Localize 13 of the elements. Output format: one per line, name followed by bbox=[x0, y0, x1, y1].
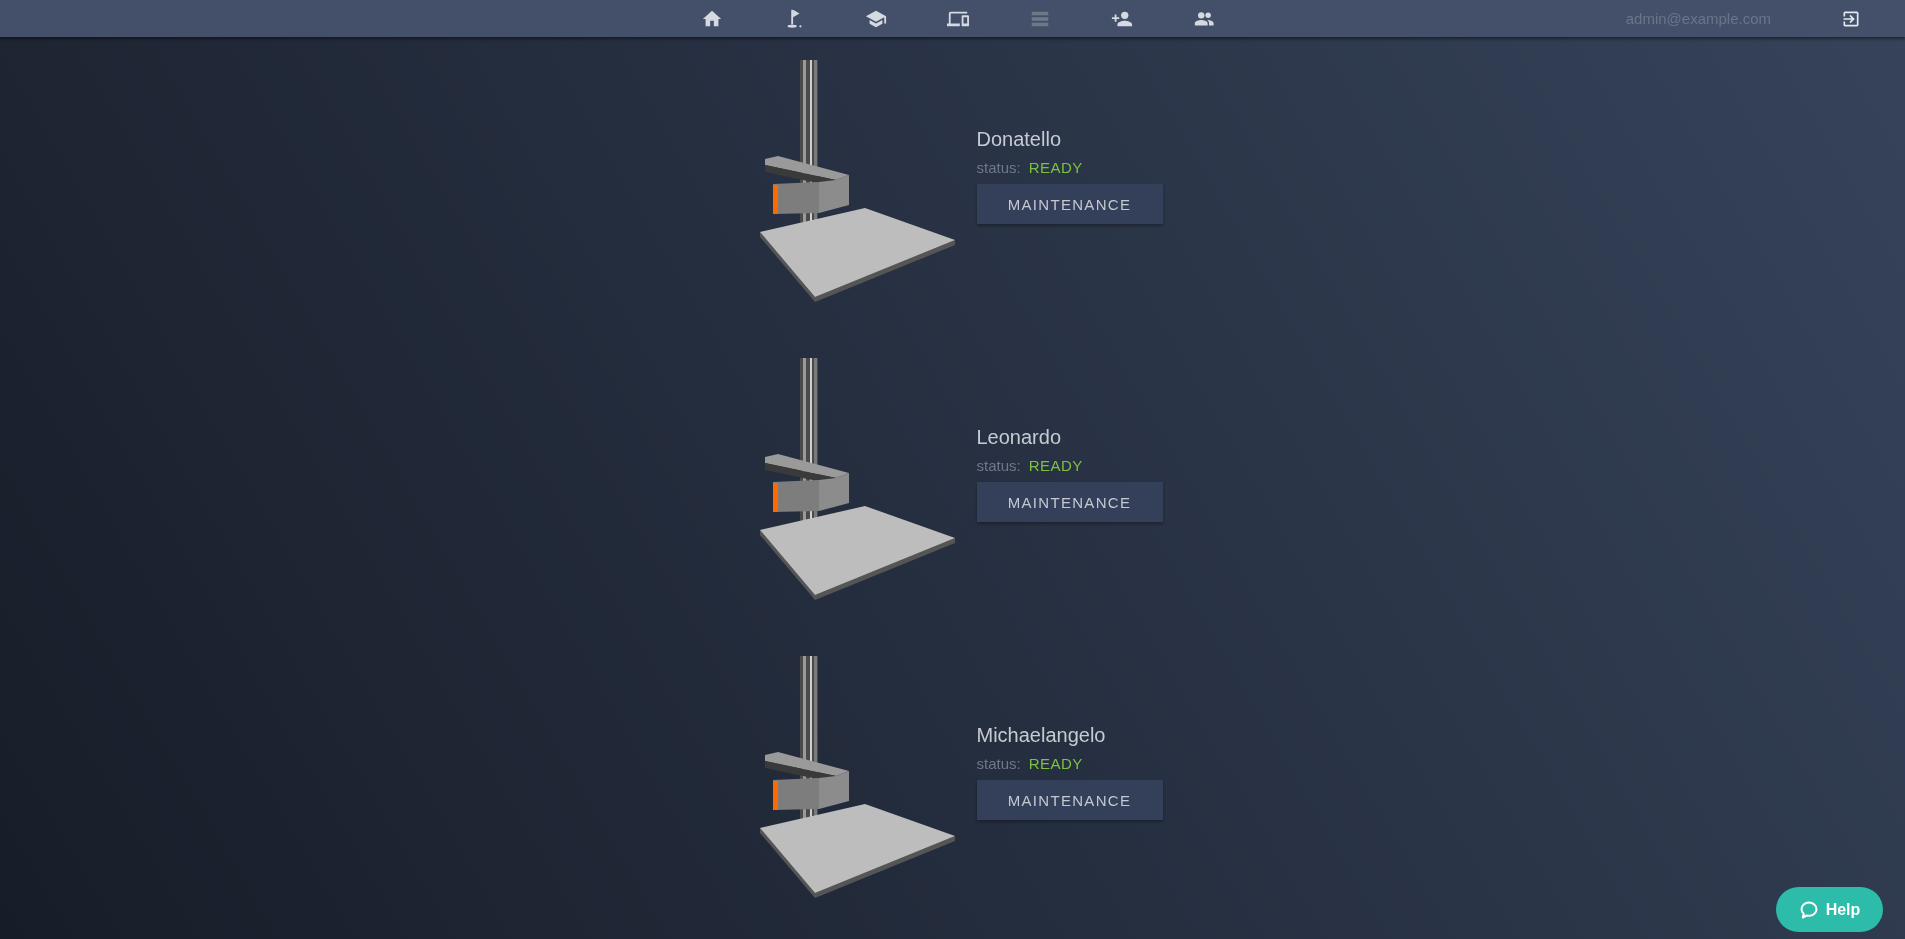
printer-name: Michaelangelo bbox=[976, 724, 1106, 747]
chat-bubble-icon bbox=[1798, 899, 1819, 920]
printer-name: Donatello bbox=[976, 128, 1061, 151]
status-value: READY bbox=[1028, 159, 1083, 176]
status-value: READY bbox=[1028, 457, 1083, 474]
maintenance-button[interactable]: MAINTENANCE bbox=[976, 780, 1163, 820]
status-value: READY bbox=[1028, 755, 1083, 772]
maintenance-button[interactable]: MAINTENANCE bbox=[976, 482, 1163, 522]
maintenance-button[interactable]: MAINTENANCE bbox=[976, 184, 1163, 224]
printer-name: Leonardo bbox=[976, 426, 1062, 449]
status-label: status: bbox=[976, 159, 1021, 176]
status-label: status: bbox=[976, 755, 1021, 772]
status-label: status: bbox=[976, 457, 1021, 474]
